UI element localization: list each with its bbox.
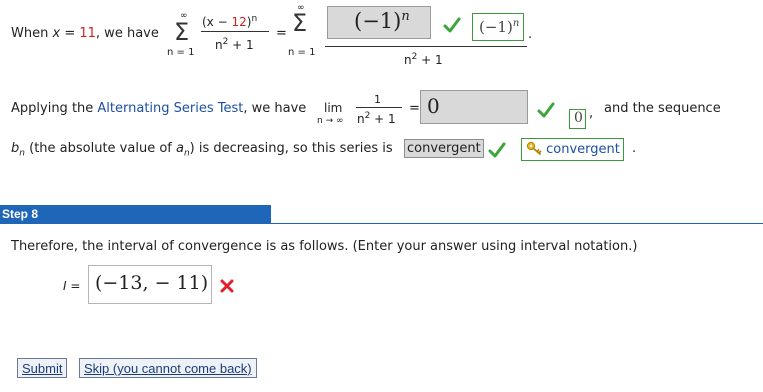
sigma2-symbol: Σ <box>292 9 308 37</box>
num-open: (x − <box>202 15 232 29</box>
convergence-select[interactable]: convergent <box>404 139 484 158</box>
fraction-bar-2 <box>325 46 527 47</box>
check-icon <box>443 17 461 33</box>
lim-fraction-bar <box>356 107 402 108</box>
sum2-lower-limit: n = 1 <box>288 47 316 58</box>
interval-answer-box[interactable]: (−13, − 11) <box>88 265 212 304</box>
step-header: Step 8 <box>0 205 271 224</box>
series-numerator: (x − 12)n <box>202 14 257 29</box>
den2-n: n <box>404 53 412 67</box>
limit-side-text: 0 <box>574 110 583 126</box>
lim-den-n: n <box>357 112 365 126</box>
row2-text1: Applying the <box>11 101 98 116</box>
den-rest: + 1 <box>228 38 254 52</box>
sequence-text: and the sequence <box>604 101 721 116</box>
sigma-symbol: Σ <box>174 18 190 46</box>
lim-label: lim <box>324 101 343 115</box>
lim-subscript: n → ∞ <box>317 116 344 126</box>
lim-equals: = <box>409 101 420 116</box>
answer-denominator: n2 + 1 <box>404 52 443 67</box>
num-exp: n <box>251 14 258 24</box>
key-answer-text: convergent <box>546 142 620 157</box>
an-var: a <box>175 141 184 156</box>
den2-rest: + 1 <box>417 53 443 67</box>
step-divider <box>0 223 763 224</box>
x-var: x <box>52 26 61 41</box>
series-denominator: n2 + 1 <box>215 37 254 52</box>
when-label: When <box>11 26 49 41</box>
limit-answer-text: 0 <box>427 94 440 118</box>
key-icon <box>526 141 542 159</box>
row2-text: Applying the Alternating Series Test, we… <box>11 101 306 116</box>
submit-button[interactable]: Submit <box>17 358 68 378</box>
row3-text1: (the absolute value of <box>24 141 176 156</box>
row3-text2: ) is decreasing, so this series is <box>189 141 393 156</box>
side-exp: n <box>512 18 520 29</box>
row1-text: When x = 11, we have <box>11 26 159 41</box>
period: . <box>528 27 533 42</box>
interval-label: I = <box>63 279 81 293</box>
answer-num-exp: n <box>401 9 410 24</box>
den-n: n <box>215 38 223 52</box>
side-text: (−1) <box>479 18 513 36</box>
answer-box-numerator[interactable]: (−1)n <box>327 6 431 39</box>
eq-sign: = <box>64 26 76 41</box>
answer-num-text: (−1) <box>354 9 402 33</box>
we-have-label: , we have <box>95 26 159 41</box>
limit-submitted-box: 0 <box>569 109 586 129</box>
incorrect-x-icon <box>220 279 234 293</box>
lim-den-rest: + 1 <box>370 112 396 126</box>
skip-button[interactable]: Skip (you cannot come back) <box>79 358 257 378</box>
lim-numerator: 1 <box>374 93 381 106</box>
comma: , <box>589 106 594 121</box>
x-value: 11 <box>79 26 96 41</box>
row3-text: bn (the absolute value of an) is decreas… <box>11 141 393 159</box>
submitted-answer-box: (−1)n <box>472 13 524 41</box>
step-instruction: Therefore, the interval of convergence i… <box>11 239 638 254</box>
num-red: 12 <box>231 15 247 29</box>
limit-answer-box[interactable]: 0 <box>420 90 528 124</box>
convergence-key-box: convergent <box>521 138 624 161</box>
lim-denominator: n2 + 1 <box>357 111 396 126</box>
interval-answer-text: (−13, − 11) <box>95 272 209 294</box>
sum-lower-limit: n = 1 <box>167 47 195 58</box>
row2-text2: , we have <box>243 101 307 116</box>
check-icon <box>488 142 506 158</box>
fraction-bar <box>201 31 269 32</box>
check-icon <box>537 102 555 118</box>
alternating-series-link[interactable]: Alternating Series Test <box>97 101 243 116</box>
period: . <box>632 141 637 156</box>
equals-sign: = <box>276 26 287 41</box>
